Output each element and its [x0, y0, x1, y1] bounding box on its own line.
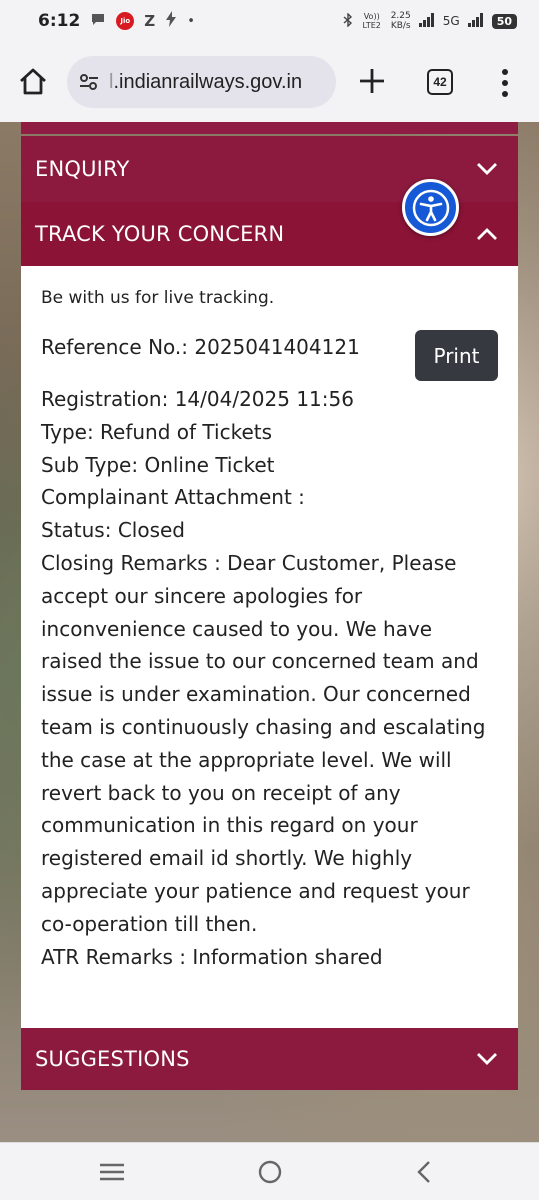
section-suggestions[interactable]: SUGGESTIONS — [21, 1028, 518, 1090]
complaint-details: Registration: 14/04/2025 11:56 Type: Ref… — [41, 383, 498, 973]
previous-section-strip — [21, 122, 518, 134]
status-bar: 6:12 Jio Z • Vo)) LTE2 2.25 KB/s 5G 50 — [0, 0, 539, 42]
atr-remarks: ATR Remarks : Information shared — [41, 944, 383, 969]
new-tab-icon[interactable] — [355, 64, 389, 98]
track-concern-content: Be with us for live tracking. Reference … — [21, 266, 518, 1028]
battery-indicator: 50 — [491, 13, 517, 29]
z-icon: Z — [144, 12, 156, 30]
notification-dot: • — [187, 13, 195, 29]
signal-icon — [418, 12, 435, 30]
signal-icon-2 — [467, 12, 484, 30]
volte-indicator: Vo)) LTE2 — [362, 12, 381, 30]
closing-remarks: Closing Remarks : Dear Customer, Please … — [41, 550, 486, 936]
tabs-count-button[interactable]: 42 — [427, 69, 453, 95]
section-track-label: TRACK YOUR CONCERN — [35, 222, 285, 246]
url-domain: .indianrailways.gov.in — [113, 70, 303, 93]
live-tracking-intro: Be with us for live tracking. — [41, 288, 275, 308]
chat-icon — [90, 11, 106, 31]
registration-date: Registration: 14/04/2025 11:56 — [41, 387, 354, 411]
chevron-down-icon — [477, 163, 497, 175]
home-icon[interactable] — [17, 66, 49, 98]
system-nav-bar — [0, 1142, 539, 1200]
chevron-down-icon — [477, 1053, 497, 1065]
browser-toolbar: l.indianrailways.gov.in 42 — [0, 42, 539, 122]
url-text: l.indianrailways.gov.in — [109, 71, 302, 94]
more-vert-icon[interactable] — [497, 67, 513, 99]
complaint-sub-type: Sub Type: Online Ticket — [41, 452, 275, 477]
network-speed: 2.25 KB/s — [391, 11, 411, 31]
complaint-type: Type: Refund of Tickets — [41, 419, 273, 444]
back-icon[interactable] — [416, 1160, 432, 1184]
section-suggestions-label: SUGGESTIONS — [35, 1047, 190, 1071]
speed-value: 2.25 — [390, 11, 411, 21]
print-button[interactable]: Print — [415, 330, 498, 381]
bluetooth-icon — [343, 11, 353, 30]
status-time: 6:12 — [38, 11, 81, 31]
accessibility-button[interactable] — [402, 179, 459, 236]
home-nav-icon[interactable] — [258, 1160, 282, 1184]
chevron-up-icon — [477, 228, 497, 240]
carrier-badge: Jio — [116, 12, 135, 30]
recent-apps-icon[interactable] — [99, 1162, 125, 1182]
accessibility-icon — [412, 189, 449, 226]
complainant-attachment: Complainant Attachment : — [41, 485, 305, 510]
bolt-icon — [165, 11, 177, 31]
address-bar[interactable]: l.indianrailways.gov.in — [67, 56, 336, 108]
speed-unit: KB/s — [390, 21, 411, 31]
section-enquiry-label: ENQUIRY — [35, 157, 130, 181]
tune-icon[interactable] — [77, 70, 101, 94]
network-5g: 5G — [442, 14, 460, 28]
complaint-status: Status: Closed — [41, 518, 186, 543]
